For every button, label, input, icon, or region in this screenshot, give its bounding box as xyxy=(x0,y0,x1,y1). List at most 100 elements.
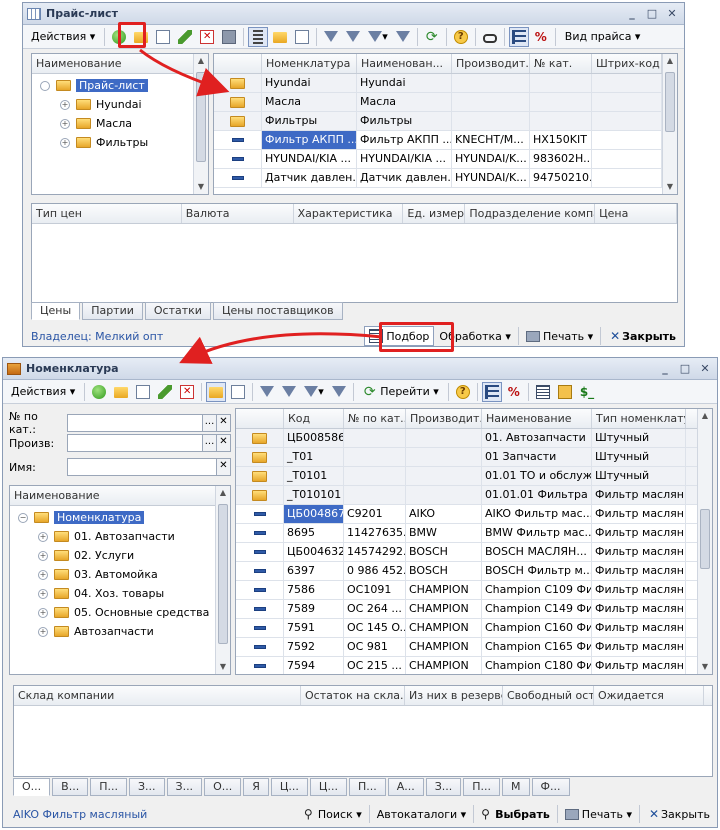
table-row[interactable]: HYUNDAI/KIA ... HYUNDAI/KIA ... HYUNDAI/K.… xyxy=(214,150,677,169)
column-header[interactable]: Тип номенклату... xyxy=(592,409,686,428)
maker-input[interactable] xyxy=(67,434,203,452)
table-row[interactable]: ЦБ004867 C9201 AIKO AIKO Фильтр мас... Фильт… xyxy=(236,505,712,524)
table-row[interactable]: Фильтр АКПП ... Фильтр АКПП ... KNECHT/M..… xyxy=(214,131,677,150)
tab[interactable]: Цены поставщиков xyxy=(212,302,343,320)
tree-header[interactable]: Наименование xyxy=(32,54,194,73)
column-header[interactable]: № кат. xyxy=(530,54,592,73)
clear-filter-button[interactable] xyxy=(329,382,349,402)
expand-icon[interactable]: + xyxy=(38,588,48,599)
filter-value-button[interactable] xyxy=(279,382,299,402)
filter-history-button[interactable]: ▾ xyxy=(301,382,327,402)
table-row[interactable]: 7591 OC 145 O... CHAMPION Champion C160 Фи.… xyxy=(236,619,712,638)
tab[interactable]: П... xyxy=(90,778,127,796)
delete-button[interactable] xyxy=(177,382,197,402)
actions-menu[interactable]: Действия ▾ xyxy=(6,382,80,402)
tree-item[interactable]: + Hyundai xyxy=(40,95,208,114)
table-row[interactable]: _T01 01 Запчасти Штучный xyxy=(236,448,712,467)
tree-item[interactable]: + Автозапчасти xyxy=(18,622,230,641)
view-menu[interactable]: Вид прайса ▾ xyxy=(560,27,646,47)
actions-menu[interactable]: Действия ▾ xyxy=(26,27,100,47)
tree-header[interactable]: Наименование xyxy=(10,486,216,505)
edit-button[interactable] xyxy=(155,382,175,402)
autocat-menu[interactable]: Автокаталоги ▾ xyxy=(372,804,471,824)
tab[interactable]: П... xyxy=(348,778,386,796)
help-button[interactable]: ? xyxy=(451,27,471,47)
column-header[interactable]: Наименование xyxy=(482,409,592,428)
save-button[interactable] xyxy=(219,27,239,47)
tab[interactable]: О... xyxy=(204,778,242,796)
filter-button[interactable] xyxy=(321,27,341,47)
table-row[interactable]: _T010101 01.01.01 Фильтра ... Фильтр масля… xyxy=(236,486,712,505)
tab[interactable]: А... xyxy=(387,778,424,796)
list-button[interactable] xyxy=(533,382,553,402)
close-icon[interactable]: ✕ xyxy=(666,8,678,19)
new-folder-button[interactable] xyxy=(111,382,131,402)
catalog-input[interactable] xyxy=(67,414,203,432)
table-row[interactable]: ЦБ00463214574292...BOSCHBOSCH МАСЛЯН...Ф… xyxy=(236,543,712,562)
column-header[interactable]: № по кат... xyxy=(344,409,406,428)
tab[interactable]: Ц... xyxy=(270,778,308,796)
up-level-button[interactable] xyxy=(292,27,312,47)
expand-icon[interactable]: + xyxy=(60,99,70,110)
table-row[interactable]: Датчик давлен... Датчик давлен... HYUNDAI/… xyxy=(214,169,677,188)
expand-icon[interactable]: + xyxy=(38,626,48,637)
filter-history-button[interactable]: ▾ xyxy=(365,27,391,47)
tab[interactable]: Партии xyxy=(82,302,143,320)
column-header[interactable]: Склад компании xyxy=(14,686,301,705)
tab[interactable]: В... xyxy=(52,778,89,796)
table-row[interactable]: Фильтры Фильтры xyxy=(214,112,677,131)
clear-button[interactable]: ✕ xyxy=(217,414,231,432)
table-row[interactable]: Hyundai Hyundai xyxy=(214,74,677,93)
column-header[interactable]: Производит... xyxy=(406,409,482,428)
table-row[interactable]: 7586 OC1091 CHAMPION Champion C109 Фи... Фил… xyxy=(236,581,712,600)
column-header[interactable]: Производит... xyxy=(452,54,530,73)
expand-icon[interactable]: + xyxy=(60,137,70,148)
column-header[interactable]: Ед. измер... xyxy=(403,204,466,223)
tree-item[interactable]: +02. Услуги xyxy=(18,546,230,565)
column-header[interactable]: Характеристика xyxy=(294,204,404,223)
close-button[interactable]: ✕ Закрыть xyxy=(642,804,715,824)
hierarchy-button[interactable] xyxy=(481,381,502,402)
select-button[interactable]: ... xyxy=(203,434,217,452)
tree-item[interactable]: +04. Хоз. товары xyxy=(18,584,230,603)
up-level-button[interactable] xyxy=(228,382,248,402)
tree-item[interactable]: +03. Автомойка xyxy=(18,565,230,584)
expand-icon[interactable]: + xyxy=(38,531,48,542)
prices-button[interactable]: $_ xyxy=(577,382,597,402)
go-menu[interactable]: ⟳ Перейти ▾ xyxy=(358,382,444,402)
column-header[interactable]: Валюта xyxy=(182,204,294,223)
column-header[interactable]: Цена xyxy=(595,204,677,223)
tab[interactable]: З... xyxy=(166,778,203,796)
collapse-icon[interactable] xyxy=(40,80,50,91)
tab[interactable]: Остатки xyxy=(144,302,211,320)
column-header[interactable]: Свободный оста... xyxy=(503,686,594,705)
glasses-button[interactable] xyxy=(480,27,500,47)
folder-view-button[interactable] xyxy=(270,27,290,47)
maximize-icon[interactable]: □ xyxy=(646,8,658,19)
filter-value-button[interactable] xyxy=(343,27,363,47)
tree-item[interactable]: Прайс-лист xyxy=(40,76,208,95)
delete-button[interactable] xyxy=(197,27,217,47)
print-menu[interactable]: Печать ▾ xyxy=(560,804,637,824)
column-header[interactable]: Наименован... xyxy=(357,54,452,73)
clear-filter-button[interactable] xyxy=(393,27,413,47)
tab[interactable]: З... xyxy=(425,778,462,796)
tab[interactable]: П... xyxy=(463,778,501,796)
tree-item[interactable]: +01. Автозапчасти xyxy=(18,527,230,546)
tab[interactable]: Ц... xyxy=(309,778,347,796)
search-menu[interactable]: ⚲ Поиск ▾ xyxy=(299,804,367,824)
table-row[interactable]: _T0101 01.01 ТО и обслуж... Штучный xyxy=(236,467,712,486)
table-row[interactable]: 7594 OC 215 ... CHAMPION Champion C180 Фи..… xyxy=(236,657,712,674)
select-button[interactable]: ... xyxy=(203,414,217,432)
column-header[interactable]: Остаток на скла... xyxy=(301,686,405,705)
tree-view-button[interactable] xyxy=(248,26,269,47)
copy-docs-button[interactable] xyxy=(555,382,575,402)
column-header[interactable]: Из них в резерве xyxy=(405,686,503,705)
tab[interactable]: М xyxy=(502,778,530,796)
column-header[interactable]: Штрих-код xyxy=(592,54,662,73)
expand-icon[interactable]: + xyxy=(38,550,48,561)
table-row[interactable]: Масла Масла xyxy=(214,93,677,112)
table-row[interactable]: 7589 OC 264 ... CHAMPION Champion C149 Фи..… xyxy=(236,600,712,619)
maximize-icon[interactable]: □ xyxy=(679,363,691,374)
minimize-icon[interactable]: _ xyxy=(626,8,638,19)
